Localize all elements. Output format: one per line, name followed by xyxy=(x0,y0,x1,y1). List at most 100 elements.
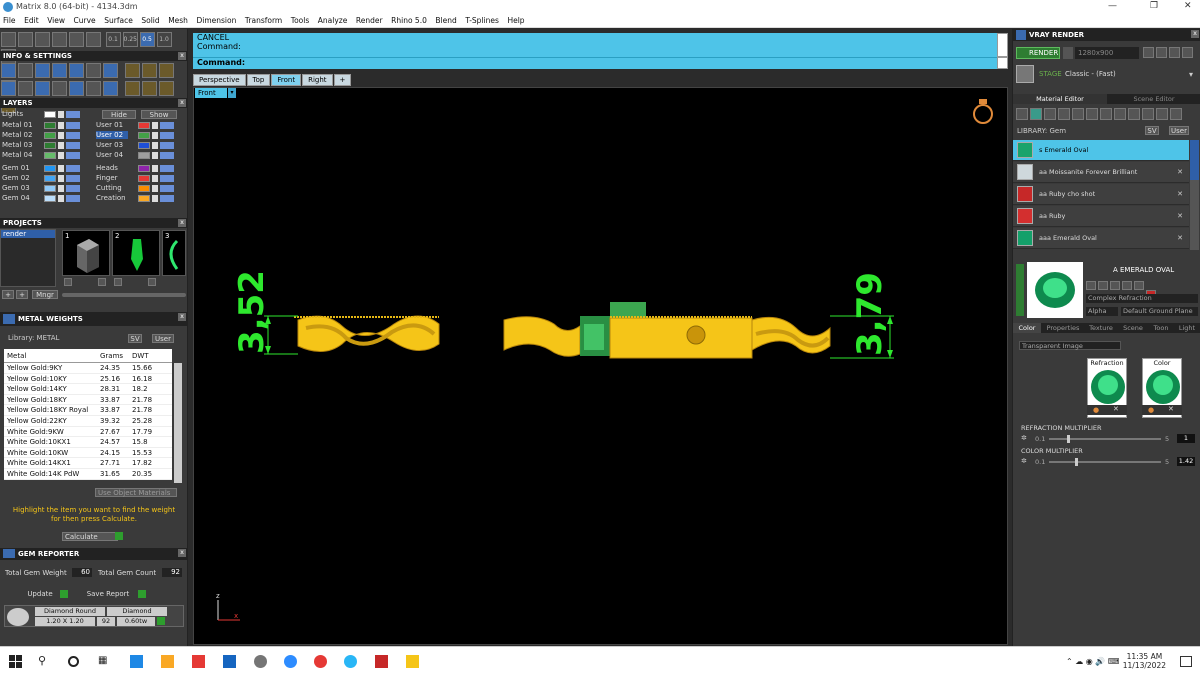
layer-lock-icon[interactable] xyxy=(58,122,64,129)
menu-tools[interactable]: Tools xyxy=(288,14,312,25)
color-multiplier-value[interactable]: 1.42 xyxy=(1177,457,1195,466)
layer-item[interactable]: Gem 02 xyxy=(2,174,92,183)
material-item[interactable]: aa Ruby ✕ xyxy=(1013,206,1189,227)
layer-visibility-icon[interactable] xyxy=(160,165,174,172)
snap-value-2[interactable]: 0.25 xyxy=(122,32,138,47)
metal-table-scrollbar[interactable] xyxy=(174,363,182,483)
app-icon[interactable] xyxy=(375,655,388,668)
tool-icon[interactable] xyxy=(125,81,140,96)
tool-icon[interactable] xyxy=(18,32,33,47)
close-icon[interactable]: x xyxy=(178,52,186,60)
layer-item[interactable]: Metal 01 xyxy=(2,121,92,130)
menu-transform[interactable]: Transform xyxy=(242,14,285,25)
settings-icon[interactable] xyxy=(1,63,16,78)
project-thumb-1[interactable]: 1 xyxy=(62,230,110,276)
tool-icon[interactable] xyxy=(1,32,16,47)
close-icon[interactable]: x xyxy=(178,219,186,227)
tab-material-editor[interactable]: Material Editor xyxy=(1013,94,1107,104)
store-icon[interactable] xyxy=(192,655,205,668)
preview-tool-icon[interactable] xyxy=(1122,281,1132,290)
layer-lock-icon[interactable] xyxy=(152,185,158,192)
tab-scene-editor[interactable]: Scene Editor xyxy=(1107,94,1200,104)
update-go-icon[interactable] xyxy=(60,590,68,598)
layer-item[interactable]: User 04 xyxy=(96,151,186,160)
layer-color-swatch[interactable] xyxy=(44,122,56,129)
material-tool-icon[interactable] xyxy=(1072,108,1084,120)
close-icon[interactable]: ✕ xyxy=(1177,184,1183,205)
layer-color-swatch[interactable] xyxy=(138,122,150,129)
layer-visibility-icon[interactable] xyxy=(66,195,80,202)
tool-icon[interactable] xyxy=(1,81,16,96)
layer-item[interactable]: Finger xyxy=(96,174,186,183)
tray-icons[interactable]: ⌃ ☁ ◉ 🔊 ⌨ xyxy=(1066,657,1119,666)
project-thumb-3[interactable]: 3 xyxy=(162,230,186,276)
tool-icon[interactable] xyxy=(159,63,174,78)
file-explorer-icon[interactable] xyxy=(161,655,174,668)
layer-item[interactable]: Creation xyxy=(96,194,186,203)
layer-visibility-icon[interactable] xyxy=(160,152,174,159)
tool-icon[interactable] xyxy=(52,63,67,78)
chrome-icon[interactable] xyxy=(314,655,327,668)
material-item[interactable]: aaa Emerald Oval ✕ xyxy=(1013,228,1189,249)
layer-item[interactable]: Metal 03 xyxy=(2,141,92,150)
stage-preview-icon[interactable] xyxy=(1016,65,1034,83)
material-tool-icon[interactable] xyxy=(1100,108,1112,120)
table-row[interactable]: White Gold:10KW 24.15 15.53 xyxy=(4,448,172,459)
tool-icon[interactable] xyxy=(18,81,33,96)
layer-lock-icon[interactable] xyxy=(58,175,64,182)
close-icon[interactable]: x xyxy=(178,313,186,321)
minimize-button[interactable]: — xyxy=(1108,1,1117,11)
layer-visibility-icon[interactable] xyxy=(66,185,80,192)
preview-tool-icon[interactable] xyxy=(1086,281,1096,290)
project-thumb-2[interactable]: 2 xyxy=(112,230,160,276)
close-button[interactable]: ✕ xyxy=(1184,1,1192,11)
layer-color-swatch[interactable] xyxy=(44,111,56,118)
tab-add[interactable]: + xyxy=(333,74,352,86)
layer-color-swatch[interactable] xyxy=(138,175,150,182)
tool-icon[interactable] xyxy=(52,81,67,96)
gem-report-row[interactable]: Diamond Round Diamond 1.20 X 1.20 92 0.6… xyxy=(4,605,184,627)
tool-icon[interactable] xyxy=(69,63,84,78)
layer-color-swatch[interactable] xyxy=(44,175,56,182)
layer-item[interactable]: Gem 04 xyxy=(2,194,92,203)
menu-dimension[interactable]: Dimension xyxy=(193,14,239,25)
close-icon[interactable]: x xyxy=(178,549,186,557)
layer-visibility-icon[interactable] xyxy=(160,195,174,202)
windows-start-icon[interactable] xyxy=(9,655,22,668)
material-scrollbar[interactable] xyxy=(1190,140,1199,250)
thumb-delete-button[interactable] xyxy=(148,278,156,286)
mail-icon[interactable] xyxy=(223,655,236,668)
layer-lock-icon[interactable] xyxy=(58,152,64,159)
menu-file[interactable]: File xyxy=(0,14,19,25)
layer-visibility-icon[interactable] xyxy=(66,122,80,129)
layer-visibility-icon[interactable] xyxy=(66,152,80,159)
table-row[interactable]: Yellow Gold:22KY 39.32 25.28 xyxy=(4,416,172,427)
tab-right[interactable]: Right xyxy=(302,74,333,86)
app-icon[interactable] xyxy=(344,655,357,668)
search-icon[interactable] xyxy=(18,63,33,78)
layer-visibility-icon[interactable] xyxy=(66,132,80,139)
layer-item[interactable]: User 02 xyxy=(96,131,186,140)
render-tool-icon[interactable] xyxy=(1143,47,1154,58)
layer-visibility-icon[interactable] xyxy=(66,175,80,182)
subtab-texture[interactable]: Texture xyxy=(1085,323,1117,333)
close-icon[interactable]: ✕ xyxy=(1113,405,1119,413)
refraction-mode-select[interactable]: Complex Refraction xyxy=(1086,294,1198,303)
thumb-up-button[interactable] xyxy=(64,278,72,286)
ground-plane-select[interactable]: Default Ground Plane xyxy=(1121,307,1198,316)
menu-curve[interactable]: Curve xyxy=(71,14,99,25)
alpha-field[interactable]: Alpha xyxy=(1086,307,1118,316)
layer-color-swatch[interactable] xyxy=(138,152,150,159)
layer-lock-icon[interactable] xyxy=(58,185,64,192)
save-report-go-icon[interactable] xyxy=(138,590,146,598)
insert-project-button[interactable]: + xyxy=(16,290,28,299)
tool-icon[interactable] xyxy=(142,63,157,78)
menu-mesh[interactable]: Mesh xyxy=(165,14,191,25)
table-row[interactable]: Yellow Gold:18KY 33.87 21.78 xyxy=(4,395,172,406)
layer-color-swatch[interactable] xyxy=(138,185,150,192)
layer-lock-icon[interactable] xyxy=(152,152,158,159)
tool-icon[interactable] xyxy=(35,63,50,78)
layer-color-swatch[interactable] xyxy=(44,132,56,139)
material-tool-icon[interactable] xyxy=(1086,108,1098,120)
stage-preset[interactable]: Classic - (Fast) xyxy=(1065,70,1116,78)
